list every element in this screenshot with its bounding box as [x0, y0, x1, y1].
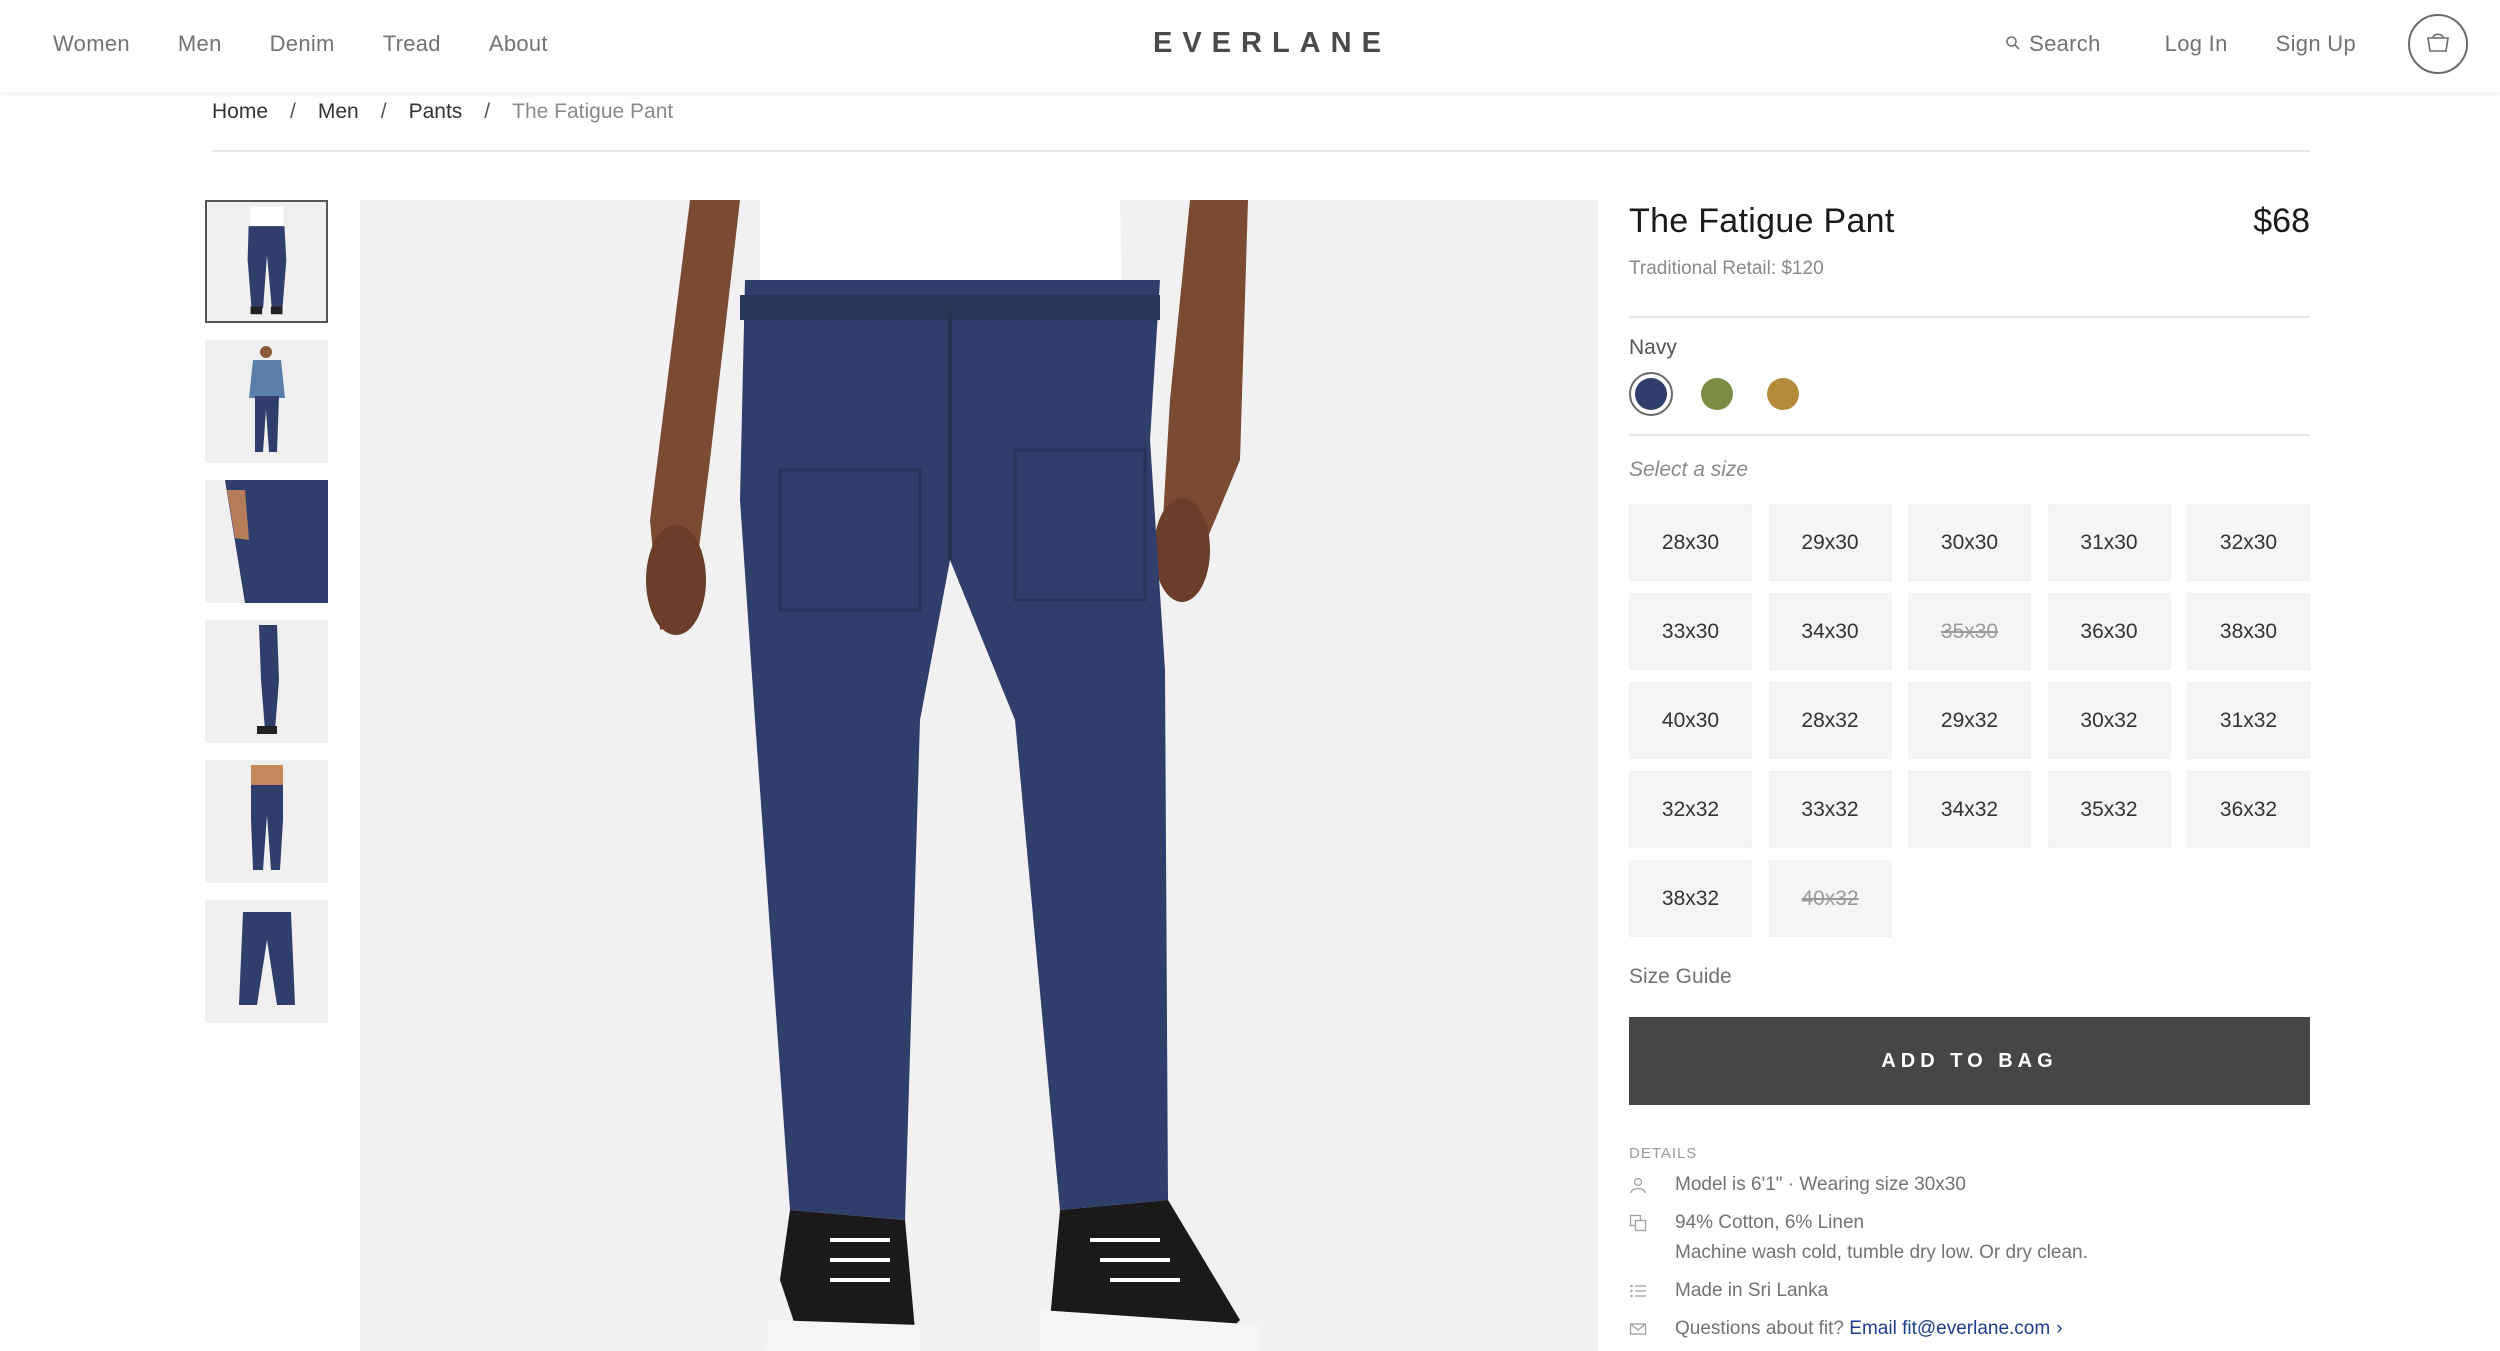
- breadcrumb-divider: [212, 150, 2310, 152]
- size-option[interactable]: 29x30: [1768, 504, 1892, 581]
- size-option[interactable]: 35x32: [2047, 771, 2171, 848]
- size-option[interactable]: 32x30: [2187, 504, 2310, 581]
- size-option[interactable]: 31x32: [2187, 682, 2310, 759]
- care-instructions: Machine wash cold, tumble dry low. Or dr…: [1675, 1242, 2088, 1263]
- size-option[interactable]: 34x30: [1768, 593, 1892, 670]
- details-heading: DETAILS: [1629, 1145, 1698, 1162]
- detail-fit-question: Questions about fit? Email fit@everlane.…: [1629, 1314, 2310, 1344]
- size-option[interactable]: 38x32: [1629, 860, 1752, 937]
- search-link[interactable]: Search: [2005, 31, 2101, 57]
- size-option[interactable]: 31x30: [2047, 504, 2171, 581]
- nav-tread[interactable]: Tread: [383, 31, 441, 57]
- breadcrumb-separator: /: [484, 100, 491, 123]
- breadcrumb-separator: /: [290, 100, 296, 123]
- size-option[interactable]: 30x32: [2047, 682, 2171, 759]
- breadcrumb-pants[interactable]: Pants: [409, 100, 463, 124]
- model-info: Model is 6'1" · Wearing size 30x30: [1675, 1174, 1966, 1195]
- detail-fabric: 94% Cotton, 6% Linen Machine wash cold, …: [1629, 1208, 2310, 1268]
- site-header: Women Men Denim Tread About EVERLANE Sea…: [0, 0, 2500, 92]
- thumbnail-front[interactable]: [205, 200, 328, 323]
- size-grid: 28x30 29x30 30x30 31x30 32x30 33x30 34x30 35x30…: [1629, 504, 2310, 937]
- color-swatch-khaki: [1767, 378, 1799, 410]
- search-icon: [2005, 31, 2021, 57]
- color-swatch-olive: [1701, 378, 1733, 410]
- size-option[interactable]: 36x32: [2187, 771, 2310, 848]
- nav-about[interactable]: About: [489, 31, 548, 57]
- detail-origin: Made in Sri Lanka: [1629, 1276, 2310, 1306]
- size-guide-link[interactable]: Size Guide: [1629, 965, 2310, 989]
- product-price: $68: [2253, 202, 2310, 240]
- person-icon: [1629, 1170, 1675, 1200]
- size-option[interactable]: 33x32: [1768, 771, 1892, 848]
- login-link[interactable]: Log In: [2165, 31, 2228, 57]
- product-main-image[interactable]: [360, 200, 1598, 1351]
- nav-denim[interactable]: Denim: [270, 31, 335, 57]
- divider: [1629, 316, 2310, 318]
- nav-women[interactable]: Women: [53, 31, 130, 57]
- size-option[interactable]: 33x30: [1629, 593, 1752, 670]
- select-size-label: Select a size: [1629, 458, 1749, 481]
- list-icon: [1629, 1276, 1675, 1306]
- swatch-khaki[interactable]: [1761, 372, 1805, 416]
- detail-model: Model is 6'1" · Wearing size 30x30: [1629, 1170, 2310, 1200]
- add-to-bag-button[interactable]: ADD TO BAG: [1629, 1017, 2310, 1105]
- product-info-panel: The Fatigue Pant $68 Traditional Retail:…: [1629, 200, 2310, 1344]
- product-title: The Fatigue Pant: [1629, 202, 1895, 240]
- country-of-origin: Made in Sri Lanka: [1675, 1280, 1829, 1301]
- breadcrumb-home[interactable]: Home: [212, 100, 268, 124]
- size-option[interactable]: 28x30: [1629, 504, 1752, 581]
- search-label: Search: [2029, 31, 2101, 56]
- size-option[interactable]: 36x30: [2047, 593, 2171, 670]
- signup-link[interactable]: Sign Up: [2276, 31, 2356, 57]
- thumbnail-jacket[interactable]: [205, 340, 328, 463]
- size-option[interactable]: 38x30: [2187, 593, 2310, 670]
- size-option[interactable]: 30x30: [1908, 504, 2031, 581]
- size-option[interactable]: 32x32: [1629, 771, 1752, 848]
- traditional-retail-price: Traditional Retail: $120: [1629, 258, 1824, 279]
- primary-nav: Women Men Denim Tread About: [53, 0, 548, 88]
- shopping-bag-icon: [2423, 30, 2453, 59]
- size-option[interactable]: 29x32: [1908, 682, 2031, 759]
- breadcrumb-men[interactable]: Men: [318, 100, 359, 124]
- thumbnail-back[interactable]: [205, 760, 328, 883]
- size-option[interactable]: 28x32: [1768, 682, 1892, 759]
- thumbnail-gallery: [205, 200, 328, 1040]
- fit-email-link[interactable]: Email fit@everlane.com: [1849, 1318, 2050, 1339]
- thumbnail-pocket-detail[interactable]: [205, 480, 328, 603]
- breadcrumb: Home / Men / Pants / The Fatigue Pant: [212, 100, 673, 124]
- chevron-right-icon: ›: [2056, 1318, 2063, 1339]
- color-swatch-navy: [1635, 378, 1667, 410]
- divider: [1629, 434, 2310, 436]
- swatch-navy[interactable]: [1629, 372, 1673, 416]
- fabric-icon: [1629, 1208, 1675, 1238]
- account-nav: Search Log In Sign Up: [2005, 0, 2500, 88]
- fit-question-text: Questions about fit?: [1675, 1318, 1844, 1339]
- envelope-icon: [1629, 1314, 1675, 1344]
- fabric-composition: 94% Cotton, 6% Linen: [1675, 1212, 1865, 1233]
- thumbnail-flat[interactable]: [205, 900, 328, 1023]
- swatch-olive[interactable]: [1695, 372, 1739, 416]
- nav-men[interactable]: Men: [178, 31, 222, 57]
- color-swatches: [1629, 372, 2310, 416]
- selected-color-name: Navy: [1629, 336, 1677, 359]
- thumbnail-side[interactable]: [205, 620, 328, 743]
- shopping-bag-button[interactable]: [2408, 14, 2468, 74]
- breadcrumb-separator: /: [380, 100, 387, 123]
- everlane-logo[interactable]: EVERLANE: [1153, 27, 1391, 60]
- size-option[interactable]: 40x30: [1629, 682, 1752, 759]
- breadcrumb-current: The Fatigue Pant: [512, 100, 674, 123]
- size-option[interactable]: 40x32: [1768, 860, 1892, 937]
- size-option[interactable]: 34x32: [1908, 771, 2031, 848]
- size-option[interactable]: 35x30: [1908, 593, 2031, 670]
